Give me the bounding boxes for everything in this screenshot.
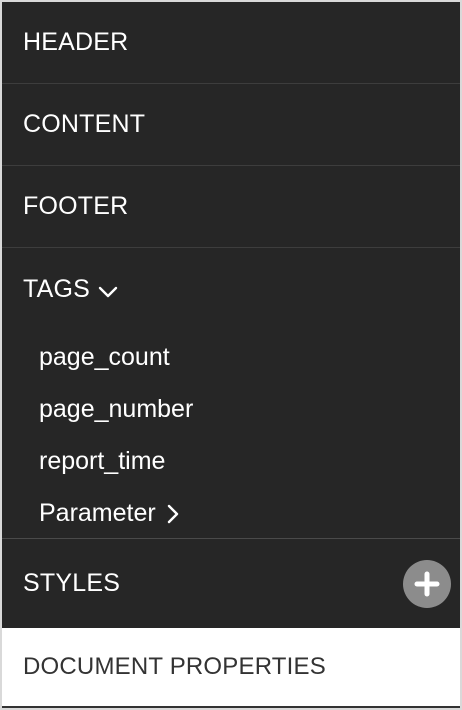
section-tags[interactable]: TAGS <box>2 248 460 330</box>
tag-item-label: page_count <box>39 342 170 371</box>
tag-item-page-count[interactable]: page_count <box>39 337 170 377</box>
chevron-down-icon[interactable] <box>98 280 118 300</box>
tag-item-report-time[interactable]: report_time <box>39 441 165 481</box>
sidebar-panel: HEADER CONTENT FOOTER TAGS page_count pa… <box>0 0 462 710</box>
section-footer[interactable]: FOOTER <box>2 166 460 248</box>
section-tags-label: TAGS <box>23 274 91 303</box>
section-styles-label: STYLES <box>23 569 121 597</box>
section-content[interactable]: CONTENT <box>2 84 460 166</box>
plus-icon <box>414 571 440 597</box>
tag-list: page_count page_number report_time Param… <box>2 330 460 538</box>
tag-item-page-number[interactable]: page_number <box>39 389 193 429</box>
tag-item-label: report_time <box>39 446 166 475</box>
tag-item-label: page_number <box>39 394 194 423</box>
tag-item-label: Parameter <box>39 498 156 527</box>
section-header-label: HEADER <box>23 28 129 56</box>
section-footer-label: FOOTER <box>23 192 129 220</box>
section-header[interactable]: HEADER <box>2 2 460 84</box>
chevron-right-icon[interactable] <box>166 503 180 525</box>
section-document-properties-label: DOCUMENT PROPERTIES <box>23 653 326 680</box>
section-content-label: CONTENT <box>23 110 146 138</box>
section-styles[interactable]: STYLES <box>2 538 460 628</box>
add-style-button[interactable] <box>403 560 451 608</box>
section-document-properties[interactable]: DOCUMENT PROPERTIES <box>2 628 460 708</box>
tag-item-parameter[interactable]: Parameter <box>39 493 180 533</box>
